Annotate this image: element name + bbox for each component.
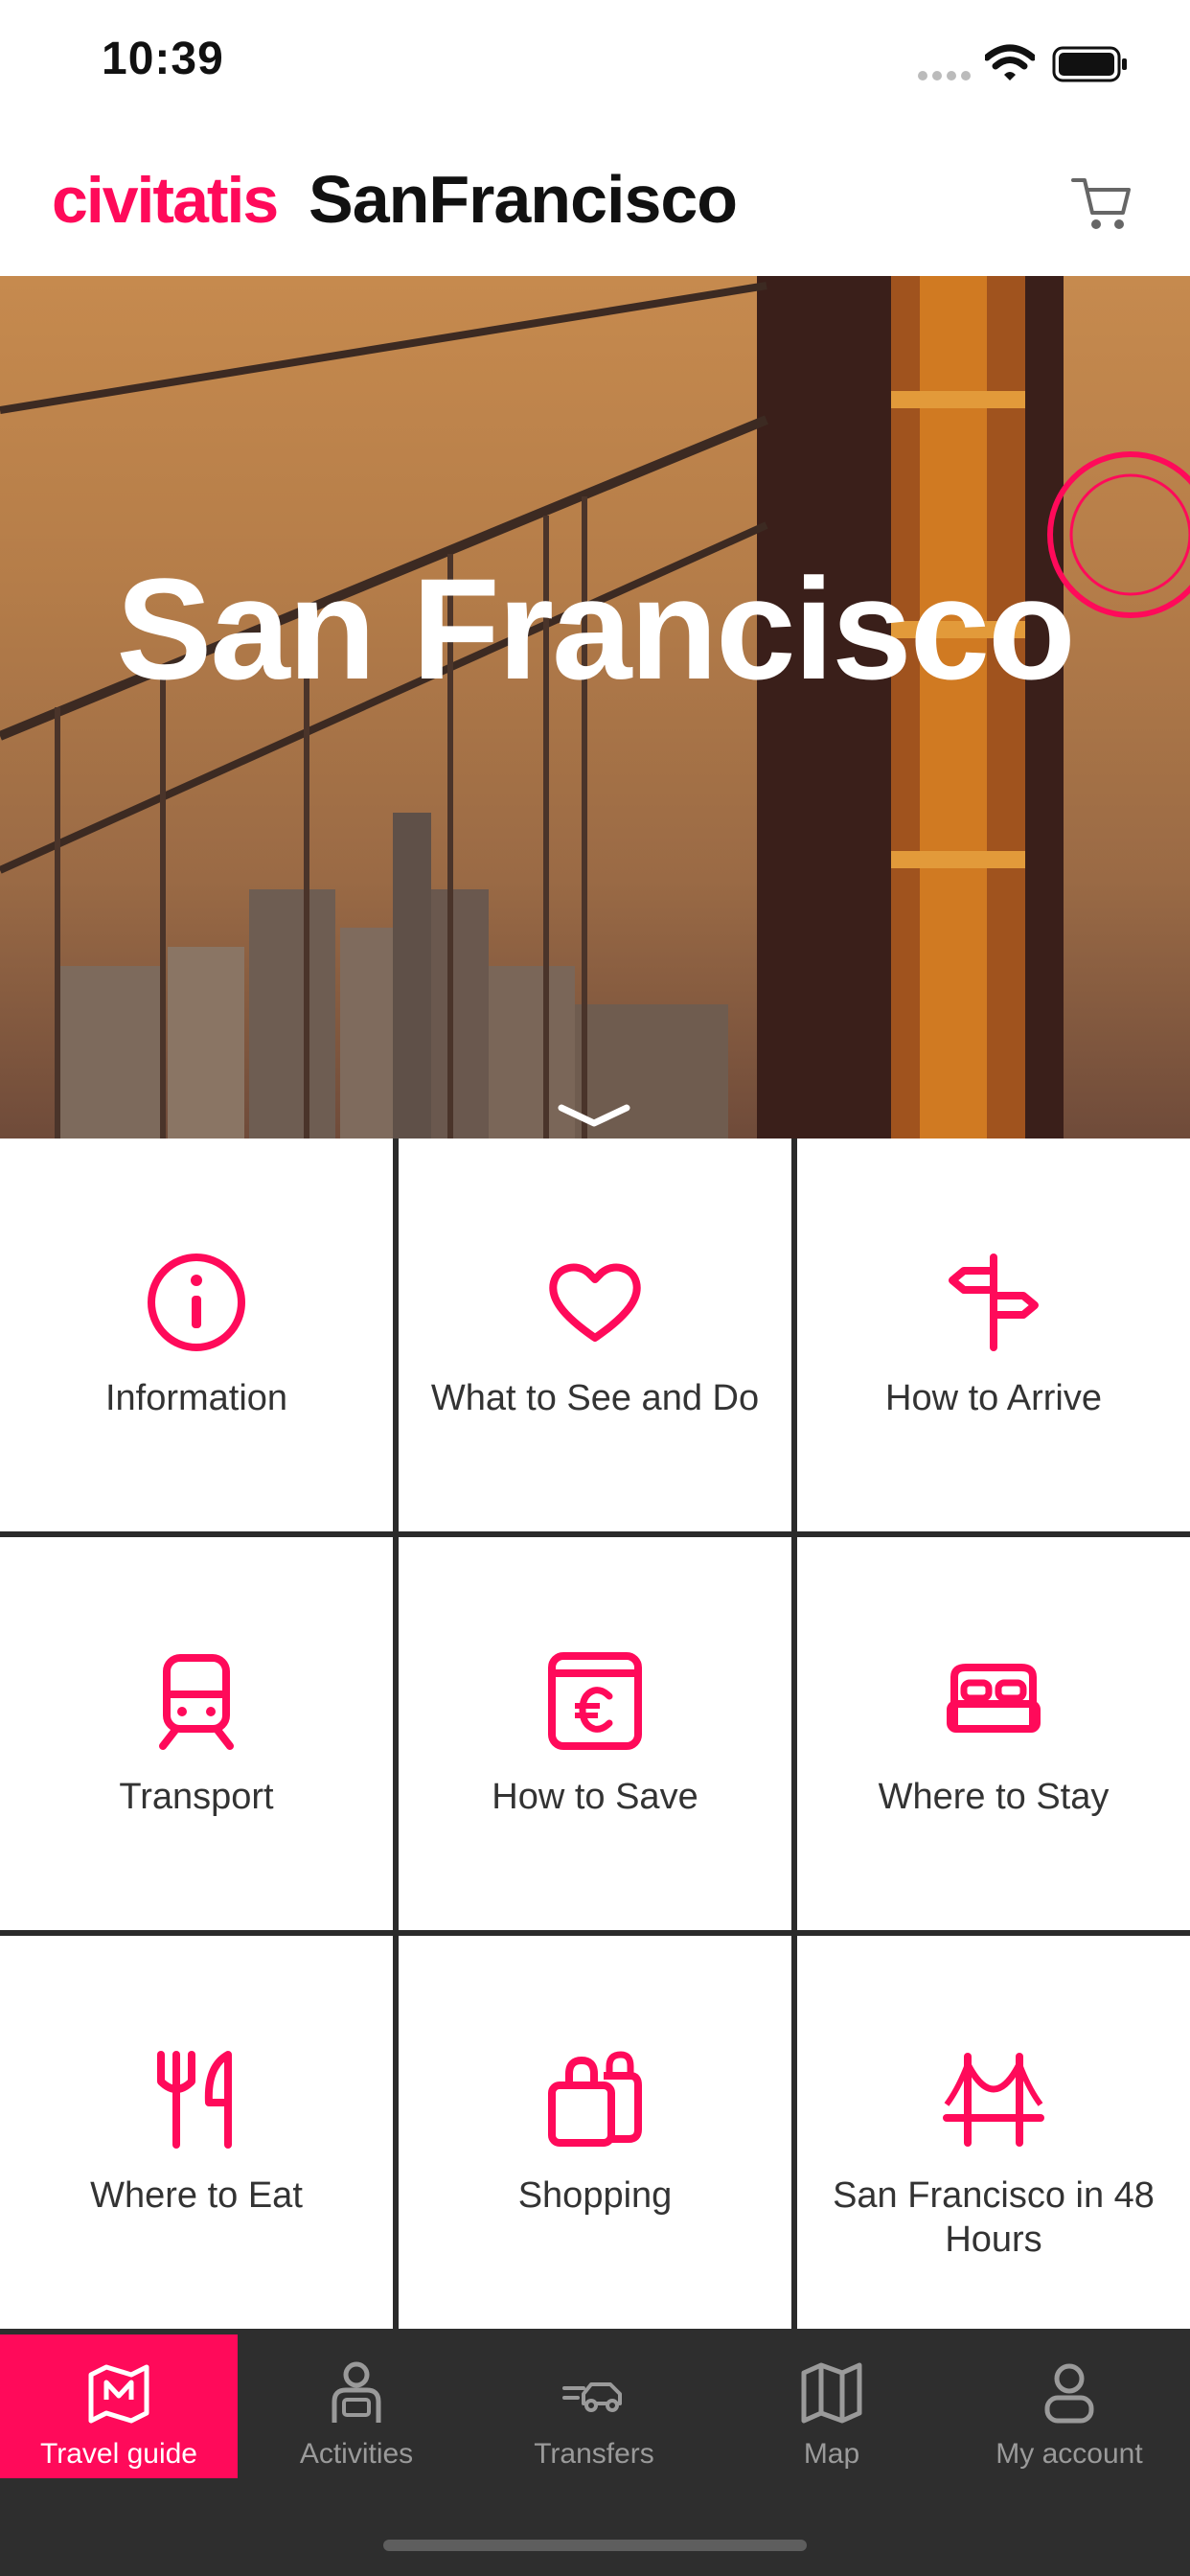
info-icon	[144, 1250, 249, 1355]
city-title: SanFrancisco	[309, 162, 738, 237]
category-grid: Information What to See and Do How to Ar…	[0, 1138, 1190, 2329]
home-indicator[interactable]	[383, 2540, 807, 2551]
brand-logo[interactable]: civitatis	[52, 163, 279, 238]
hero-title: San Francisco	[116, 548, 1075, 709]
tile-transport[interactable]: Transport	[0, 1537, 393, 1930]
tile-label: Where to Eat	[90, 2175, 303, 2216]
tile-label: Information	[104, 1378, 288, 1418]
nav-transfers[interactable]: Transfers	[475, 2334, 713, 2478]
tile-how-to-save[interactable]: How to Save	[399, 1537, 791, 1930]
tile-how-to-arrive[interactable]: How to Arrive	[797, 1138, 1190, 1531]
chevron-down-icon[interactable]	[556, 1102, 632, 1131]
status-time: 10:39	[102, 34, 224, 84]
grid-divider	[0, 1531, 1190, 1537]
nav-my-account[interactable]: My account	[950, 2334, 1188, 2478]
status-bar: 10:39	[0, 0, 1190, 134]
tile-label: What to See and Do	[430, 1378, 760, 1418]
hero-banner: San Francisco	[0, 276, 1190, 1138]
fork-knife-icon	[144, 2047, 249, 2152]
nav-travel-guide[interactable]: Travel guide	[0, 2334, 238, 2478]
car-transfer-icon	[561, 2359, 628, 2426]
app-header: civitatis SanFrancisco	[0, 134, 1190, 277]
signal-icon	[918, 71, 971, 80]
bed-icon	[941, 1648, 1046, 1754]
user-icon	[1036, 2359, 1103, 2426]
tile-where-to-stay[interactable]: Where to Stay	[797, 1537, 1190, 1930]
nav-activities[interactable]: Activities	[238, 2334, 475, 2478]
tile-label: San Francisco in 48 Hours	[833, 2175, 1155, 2260]
grid-divider	[393, 1138, 399, 2329]
nav-label: Map	[803, 2438, 860, 2470]
tourist-icon	[323, 2359, 390, 2426]
signpost-icon	[941, 1250, 1046, 1355]
nav-label: Travel guide	[40, 2438, 197, 2470]
nav-label: My account	[995, 2438, 1143, 2470]
tile-label: Shopping	[517, 2175, 673, 2216]
tile-where-to-eat[interactable]: Where to Eat	[0, 1936, 393, 2329]
nav-map[interactable]: Map	[713, 2334, 950, 2478]
tile-information[interactable]: Information	[0, 1138, 393, 1531]
shopping-bags-icon	[542, 2047, 648, 2152]
grid-divider	[791, 1138, 797, 2329]
cart-icon[interactable]	[1069, 169, 1136, 236]
tile-what-to-see-and-do[interactable]: What to See and Do	[399, 1138, 791, 1531]
map-pin-icon	[85, 2359, 152, 2426]
battery-icon	[1052, 46, 1127, 82]
nav-label: Transfers	[534, 2438, 654, 2470]
tile-label: How to Arrive	[885, 1378, 1102, 1418]
bridge-icon	[941, 2047, 1046, 2152]
top-destinations-badge-icon	[1047, 451, 1190, 618]
grid-divider	[0, 1930, 1190, 1936]
map-icon	[798, 2359, 865, 2426]
wifi-icon	[985, 44, 1035, 80]
euro-wallet-icon	[542, 1648, 648, 1754]
tile-shopping[interactable]: Shopping	[399, 1936, 791, 2329]
tile-48-hours[interactable]: San Francisco in 48 Hours	[797, 1936, 1190, 2329]
tile-label: Where to Stay	[878, 1777, 1110, 1817]
tile-label: How to Save	[492, 1777, 698, 1817]
heart-icon	[542, 1250, 648, 1355]
tile-label: Transport	[119, 1777, 274, 1817]
train-icon	[144, 1648, 249, 1754]
nav-label: Activities	[299, 2438, 414, 2470]
